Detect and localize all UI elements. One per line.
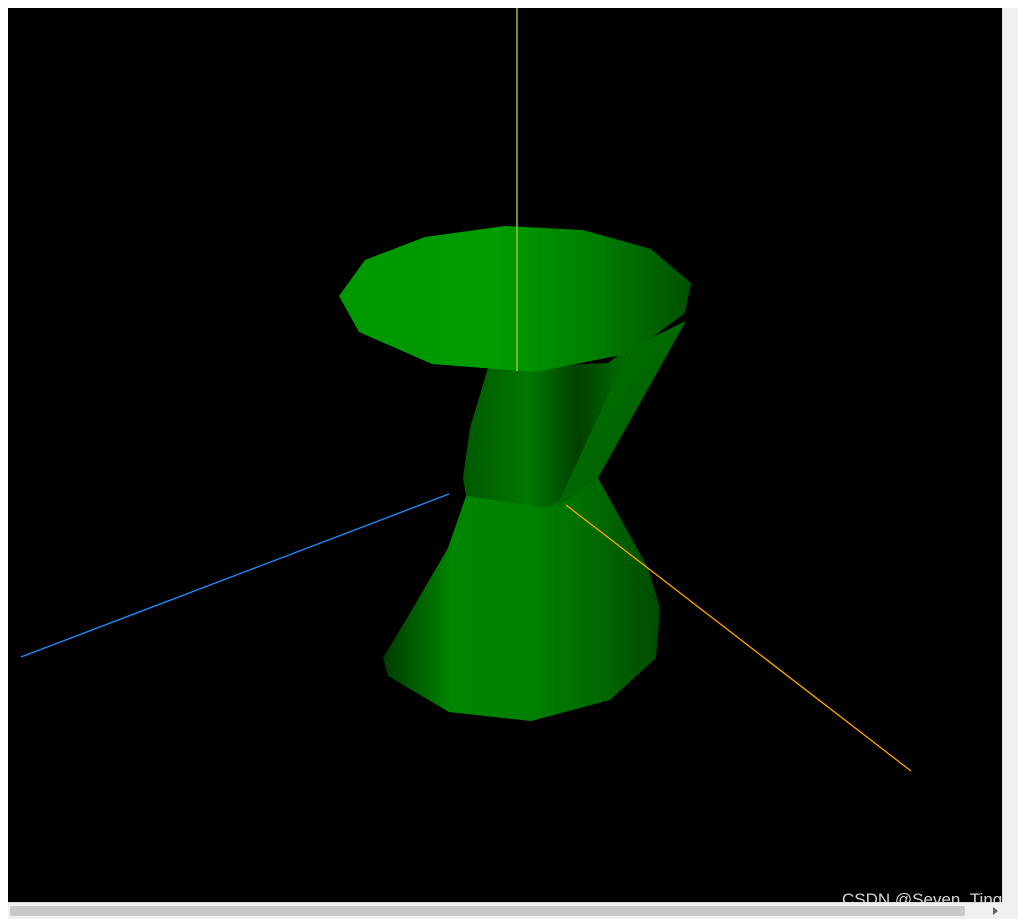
vertical-scrollbar[interactable]	[1002, 8, 1018, 902]
x-axis-line	[20, 493, 450, 658]
arrow-right-icon[interactable]	[993, 907, 998, 915]
horizontal-scroll-thumb[interactable]	[10, 906, 965, 916]
hyperboloid-lower	[383, 478, 660, 721]
scrollbar-corner	[1002, 902, 1018, 919]
webgl-canvas[interactable]: CSDN @Seven_Ting	[8, 8, 1002, 902]
horizontal-scrollbar[interactable]	[8, 902, 1002, 919]
3d-scene	[20, 8, 912, 772]
